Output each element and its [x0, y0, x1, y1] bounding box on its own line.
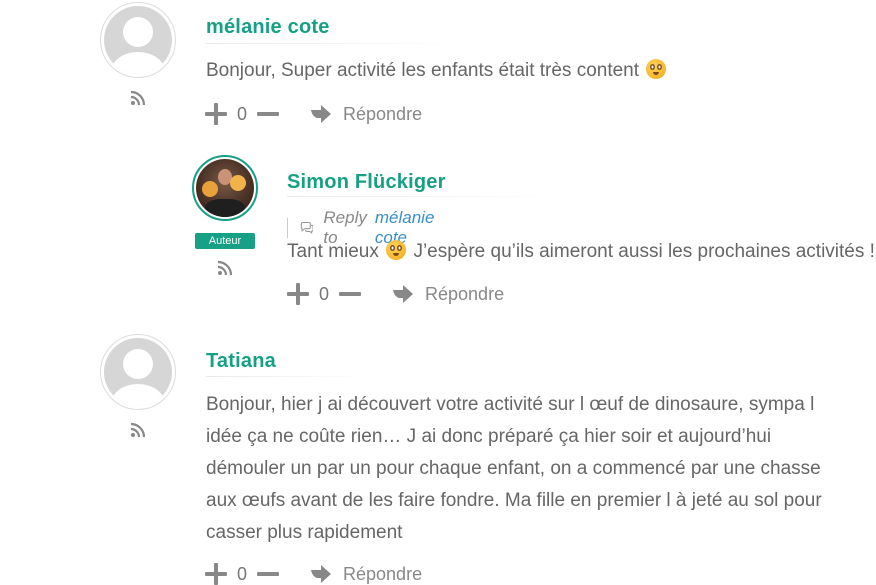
vote-up-plus-icon[interactable]	[205, 103, 227, 125]
smiley-emoji-icon	[386, 240, 407, 260]
reply-button[interactable]: Répondre	[309, 104, 422, 125]
comment-text-line: casser plus rapidement	[206, 522, 403, 543]
vote-down-minus-icon[interactable]	[257, 563, 280, 585]
comment-actions: 0 Répondre	[205, 563, 422, 585]
author-divider	[206, 43, 466, 44]
comment-author[interactable]: mélanie cote	[206, 16, 330, 39]
comment-text: Bonjour, hier j ai découvert votre activ…	[206, 389, 866, 549]
smiley-emoji-icon	[646, 59, 667, 79]
reply-button[interactable]: Répondre	[309, 564, 422, 585]
vote-count: 0	[319, 283, 330, 304]
reply-arrow-icon	[393, 285, 414, 303]
comment-actions: 0 Répondre	[287, 283, 504, 305]
rss-feed-icon[interactable]	[217, 260, 233, 276]
reply-label: Répondre	[425, 283, 505, 304]
default-avatar-icon	[104, 338, 172, 406]
vote-down-minus-icon[interactable]	[257, 103, 280, 125]
default-avatar-icon	[104, 6, 172, 74]
vote-up-plus-icon[interactable]	[287, 283, 309, 305]
comment-text: Tant mieux J’espère qu’ils aimeront auss…	[287, 236, 876, 268]
reply-label: Répondre	[343, 103, 423, 124]
author-photo-avatar	[196, 159, 254, 217]
avatar-column: Auteur	[192, 155, 258, 276]
reply-arrow-icon	[311, 565, 332, 583]
comment-author[interactable]: Simon Flückiger	[287, 171, 446, 194]
author-badge: Auteur	[194, 233, 256, 249]
rss-feed-icon[interactable]	[130, 90, 146, 106]
avatar[interactable]	[192, 155, 258, 221]
chat-bubble-icon	[300, 221, 314, 234]
vote-count: 0	[237, 103, 248, 124]
rss-feed-icon[interactable]	[130, 422, 146, 438]
comment-author[interactable]: Tatiana	[206, 350, 276, 373]
vote-up-plus-icon[interactable]	[205, 563, 227, 585]
reply-to-divider	[287, 218, 288, 238]
avatar-column	[100, 2, 176, 106]
comment-text-line: idée ça ne coûte rien… J ai donc préparé…	[206, 426, 772, 447]
reply-arrow-icon	[311, 105, 332, 123]
comment-text-line: démouler un par un pour chaque enfant, o…	[206, 458, 821, 479]
avatar[interactable]	[100, 334, 176, 410]
comment-actions: 0 Répondre	[205, 103, 422, 125]
comment-text-line: Bonjour, hier j ai découvert votre activ…	[206, 394, 815, 415]
vote-count: 0	[237, 563, 248, 584]
avatar[interactable]	[100, 2, 176, 78]
reply-label: Répondre	[343, 563, 423, 584]
avatar-column	[100, 334, 176, 438]
comment-text-end: J’espère qu’ils aimeront aussi les proch…	[413, 241, 875, 262]
author-divider	[287, 196, 567, 197]
reply-button[interactable]: Répondre	[391, 284, 504, 305]
comment-text-content: Bonjour, Super activité les enfants étai…	[206, 60, 640, 81]
vote-down-minus-icon[interactable]	[339, 283, 362, 305]
comment-text-start: Tant mieux	[287, 241, 379, 262]
author-divider	[206, 376, 366, 377]
comment-text-line: aux œufs avant de les faire fondre. Ma f…	[206, 490, 822, 511]
comment-text: Bonjour, Super activité les enfants étai…	[206, 55, 846, 87]
